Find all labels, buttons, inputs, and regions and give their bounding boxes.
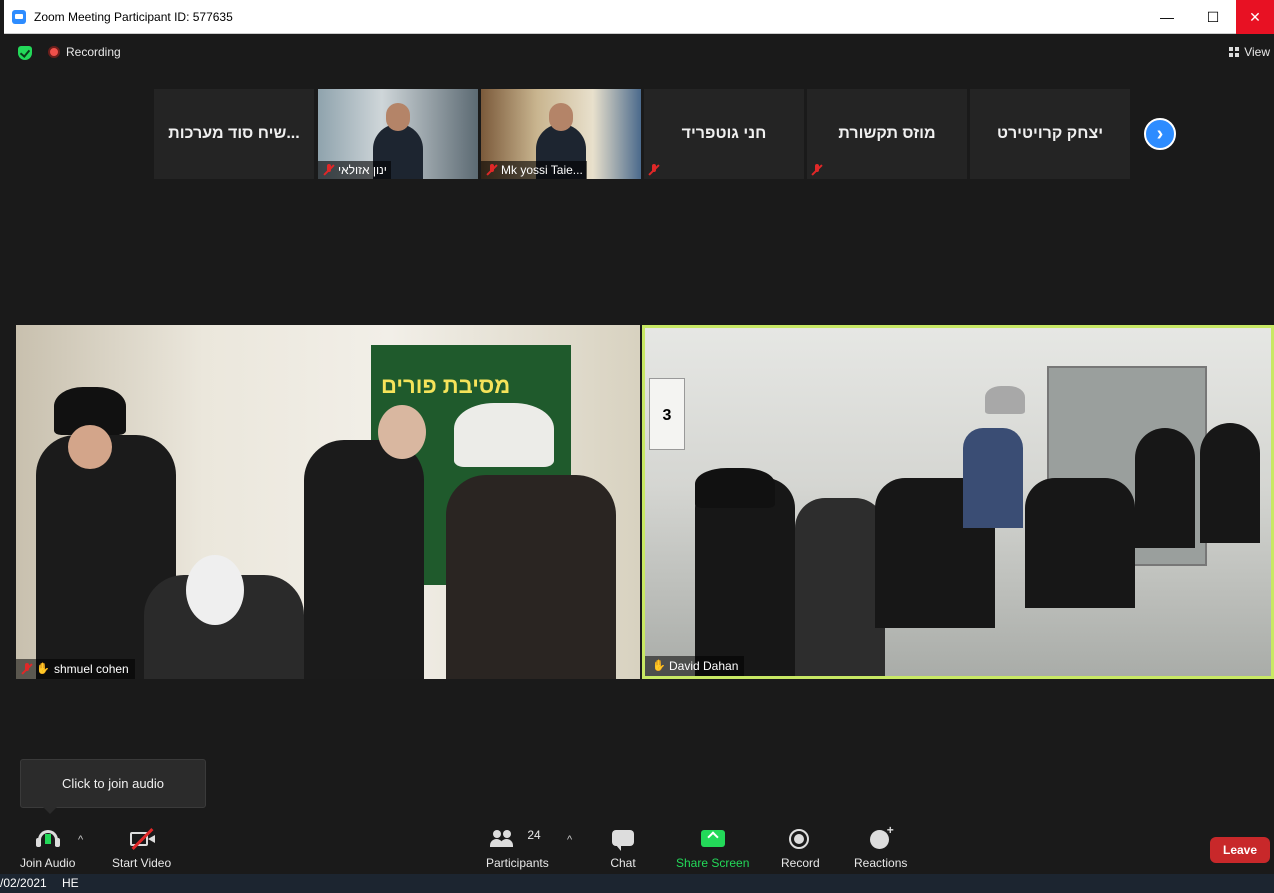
participant-tile[interactable]: מוזס תקשורת [807,89,967,179]
close-button[interactable]: ✕ [1236,0,1274,34]
record-icon [787,828,813,850]
participant-name: shmuel cohen [54,662,129,676]
leave-button[interactable]: Leave [1210,837,1270,863]
costume-head [186,555,244,625]
banner-text: מסיבת פורים [381,373,511,398]
zoom-app-icon [12,9,26,24]
participant-name: David Dahan [669,659,739,673]
view-label: View [1244,45,1270,59]
main-video-tile-left[interactable]: מסיבת פורים ✋ shmuel cohen [16,325,640,679]
participant-name-label: ✋ shmuel cohen [16,659,135,679]
muted-mic-icon [486,164,498,176]
next-page-button[interactable]: › [1144,118,1176,150]
participant-name-label: ינון אזולאי [318,161,391,179]
pin-icon: ✋ [36,663,50,675]
person-figure [963,428,1023,528]
participant-name-label: ✋ David Dahan [645,656,745,676]
start-video-label: Start Video [112,856,172,870]
window-title: Zoom Meeting Participant ID: 577635 [34,9,233,24]
video-off-icon [129,828,155,850]
title-bar: Zoom Meeting Participant ID: 577635 — ☐ … [4,0,1274,34]
participant-tile[interactable]: חני גוטפריד [644,89,804,179]
participant-tile[interactable]: שיח סוד מערכות... [154,89,314,179]
maximize-button[interactable]: ☐ [1190,0,1236,34]
chat-button[interactable]: Chat [610,828,636,870]
minimize-button[interactable]: — [1144,0,1190,34]
person-figure [446,475,616,679]
chat-icon [610,828,636,851]
muted-mic-icon [811,164,823,176]
headphones-icon [35,828,61,850]
join-audio-label: Join Audio [20,856,76,870]
participants-options-caret[interactable]: ^ [567,834,572,846]
reactions-smiley-icon [868,823,894,850]
start-video-button[interactable]: Start Video [112,828,171,870]
share-screen-button[interactable]: Share Screen [676,828,749,870]
taskbar-date: /02/2021 [0,876,47,890]
participant-name: שיח סוד מערכות... [168,125,300,142]
participant-name: יצחק קרויטירט [996,125,1104,142]
zoom-window: Zoom Meeting Participant ID: 577635 — ☐ … [4,0,1274,893]
grid-view-icon [1229,47,1240,57]
recording-indicator[interactable]: Recording [48,45,121,59]
participant-name: מוזס תקשורת [838,125,936,142]
join-audio-tooltip: Click to join audio [20,759,206,814]
meeting-toolbar: Join Audio ^ Start Video 24 Participants… [4,822,1274,878]
muted-mic-icon [648,164,660,176]
taskbar-language[interactable]: HE [62,876,79,890]
person-head [378,405,426,459]
pin-icon: ✋ [652,660,666,672]
window-controls: — ☐ ✕ [1144,0,1274,34]
participant-head [386,103,410,131]
record-button[interactable]: Record [781,828,820,870]
recording-dot-icon [48,46,60,58]
reactions-label: Reactions [854,856,908,870]
participant-name: חני גוטפריד [681,125,767,142]
person-figure [695,478,795,676]
share-screen-label: Share Screen [676,856,750,870]
participant-name: Mk yossi Taie... [501,163,583,177]
participants-button[interactable]: 24 Participants [486,828,549,870]
main-video-tile-right-active-speaker[interactable]: 3 ✋ David Dahan [642,325,1274,679]
participants-count: 24 [527,828,541,842]
participants-label: Participants [486,856,549,870]
muted-mic-icon [21,663,33,675]
chevron-right-icon: › [1156,122,1164,145]
person-figure [304,440,424,679]
participant-name: ינון אזולאי [338,163,387,177]
person-figure [795,498,885,676]
share-screen-icon [700,828,726,850]
participant-head [549,103,573,131]
view-button[interactable]: View [1229,45,1270,59]
reactions-button[interactable]: Reactions [854,823,908,870]
participant-video-tile[interactable]: Mk yossi Taie... [481,89,641,179]
participants-icon: 24 [487,828,547,850]
participant-name-label: Mk yossi Taie... [481,161,587,179]
os-taskbar: /02/2021 HE [0,874,1274,893]
person-figure [1135,428,1195,548]
participant-video-tile[interactable]: ינון אזולאי [318,89,478,179]
black-hat [695,468,775,508]
security-shield-icon[interactable] [18,46,32,60]
person-head [68,425,112,469]
group-sign: 3 [649,378,685,450]
join-audio-button[interactable]: Join Audio [20,828,75,870]
person-figure [1025,478,1135,608]
person-figure [1200,423,1260,543]
participant-tile[interactable]: יצחק קרויטירט [970,89,1130,179]
chat-label: Chat [610,856,636,870]
meeting-top-bar: Recording View [4,34,1274,72]
muted-mic-icon [323,164,335,176]
white-hat [454,403,554,467]
recording-label: Recording [66,45,121,59]
audio-options-caret[interactable]: ^ [78,834,83,846]
grey-hat [985,386,1025,414]
record-label: Record [781,856,820,870]
